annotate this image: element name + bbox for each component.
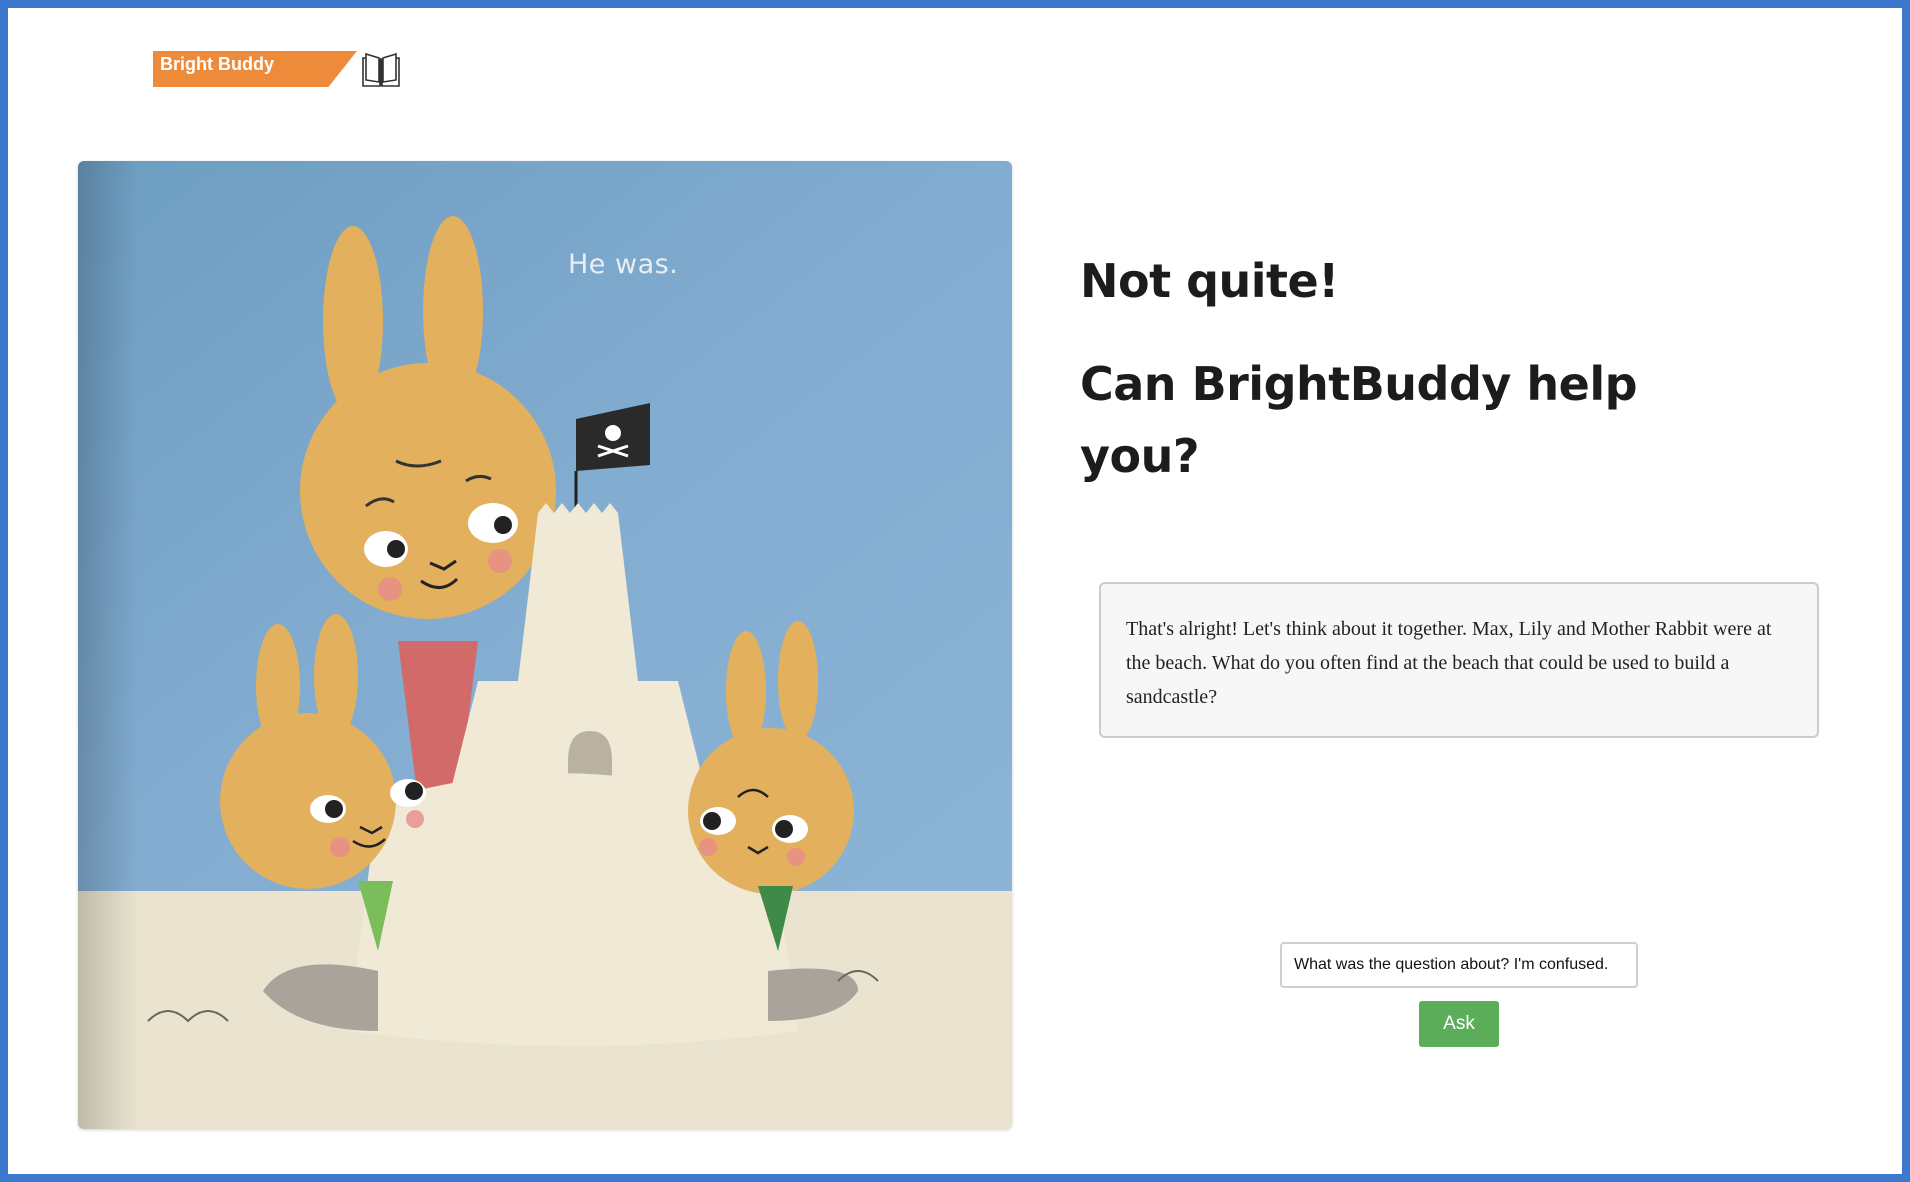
storybook-illustration: [78, 161, 1012, 1129]
feedback-title: Not quite!: [1080, 254, 1339, 308]
brand-badge: Bright Buddy: [153, 51, 357, 87]
help-prompt: Can BrightBuddy help you?: [1080, 357, 1638, 483]
app-frame: Bright Buddy He was. Not quite! Can Brig…: [0, 0, 1910, 1182]
assistant-response: That's alright! Let's think about it tog…: [1099, 582, 1819, 738]
brand-logo: Bright Buddy: [153, 48, 403, 90]
open-book-icon: [362, 52, 400, 87]
ask-button[interactable]: Ask: [1419, 1001, 1499, 1047]
storybook-text: He was.: [568, 249, 679, 280]
question-input[interactable]: [1280, 942, 1638, 988]
storybook-page: He was.: [78, 161, 1012, 1129]
